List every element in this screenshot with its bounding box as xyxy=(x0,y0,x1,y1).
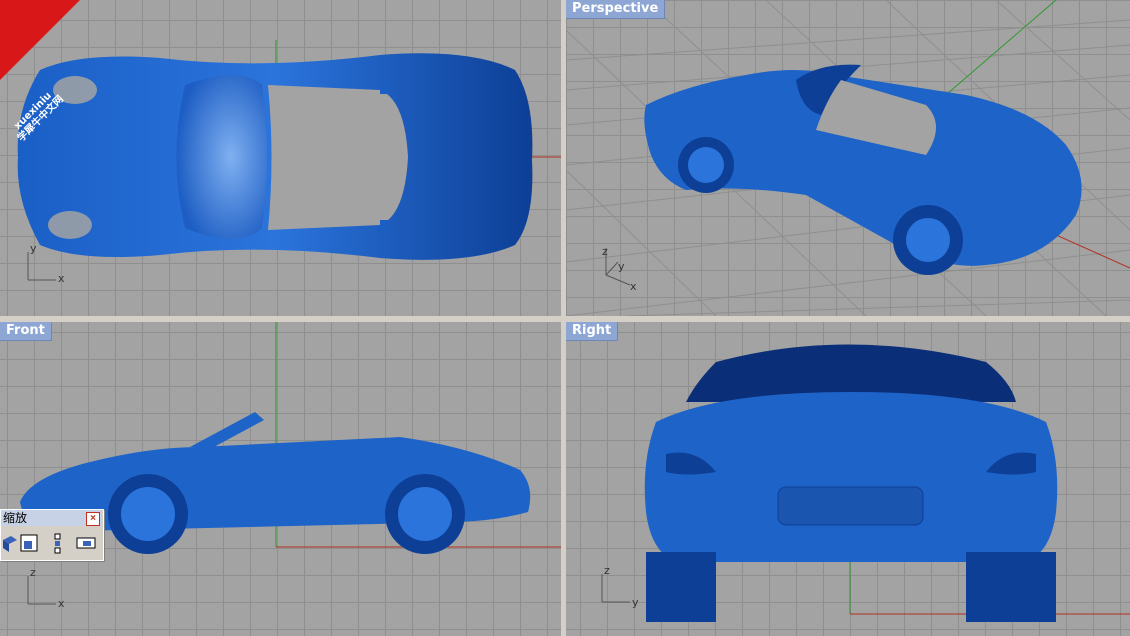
tire-left xyxy=(646,552,716,622)
mirror-left xyxy=(380,84,388,94)
zoom-toolbar[interactable]: 缩放 × xyxy=(0,509,104,561)
top-scene: y x xyxy=(17,40,561,285)
viewport-top[interactable]: y x xyxy=(0,0,561,316)
axis-label-y: y xyxy=(632,596,639,609)
viewport-front[interactable]: z x Front xyxy=(0,322,561,636)
right-scene: z y xyxy=(601,344,1130,622)
axis-label-z: z xyxy=(30,566,36,579)
license-plate xyxy=(777,486,924,526)
viewport-title-right[interactable]: Right xyxy=(566,322,619,341)
viewport-title-front[interactable]: Front xyxy=(0,322,52,341)
axis-label-x: x xyxy=(58,272,65,285)
windshield-front xyxy=(190,412,264,448)
axis-label-y: y xyxy=(30,242,37,255)
car-body-right xyxy=(644,392,1058,562)
viewport-title-perspective[interactable]: Perspective xyxy=(566,0,666,19)
axis-label-x: x xyxy=(58,597,65,610)
axis-label-z: z xyxy=(604,564,610,577)
close-icon[interactable]: × xyxy=(86,512,100,526)
zoom-selected-icon[interactable] xyxy=(47,532,69,554)
hub-front xyxy=(121,487,175,541)
axis-label-x: x xyxy=(630,280,637,293)
mirror-right xyxy=(380,220,388,230)
axis-label-z: z xyxy=(602,245,608,258)
front-scene: z x xyxy=(20,322,561,610)
viewport-perspective[interactable]: z y x Perspective xyxy=(566,0,1130,316)
viewport-right[interactable]: z y Right xyxy=(566,322,1130,636)
axis-label-y: y xyxy=(618,260,625,273)
zoom-extents-icon[interactable] xyxy=(18,532,40,554)
zoom-dynamic-icon[interactable] xyxy=(75,532,97,554)
watermark-logo: xuexiniu 学犀牛中文网 xyxy=(0,0,80,144)
tire-right xyxy=(966,552,1056,622)
headlight-right xyxy=(48,211,92,239)
perspective-scene: z y x xyxy=(566,0,1130,316)
hub-front-left xyxy=(688,147,724,183)
hub-rear-left xyxy=(906,218,950,262)
windshield-top xyxy=(176,75,267,239)
cockpit-opening xyxy=(268,85,408,230)
hub-rear xyxy=(398,487,452,541)
